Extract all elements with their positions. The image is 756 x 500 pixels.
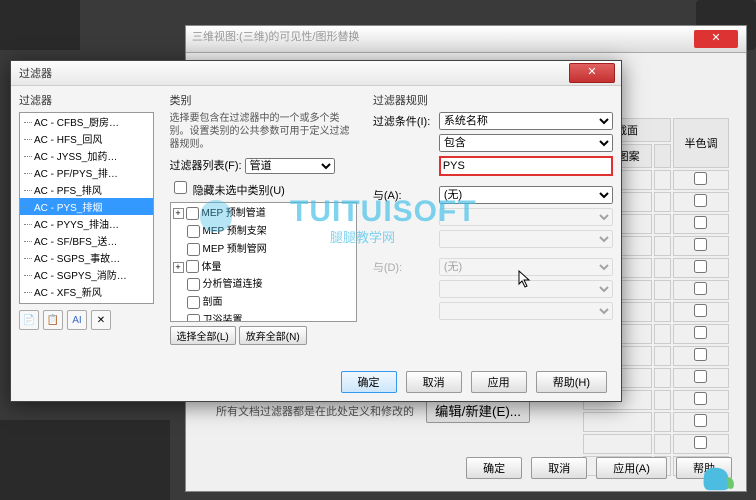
deselect-all-button[interactable]: 放弃全部(N)	[239, 326, 307, 345]
category-item[interactable]: 分析管道连接	[171, 274, 356, 292]
filter-item[interactable]: 卫生设备	[20, 300, 153, 304]
cond-op-select[interactable]: 包含	[439, 134, 613, 152]
halftone-check[interactable]	[694, 436, 707, 449]
hide-unchecked-check[interactable]	[174, 181, 187, 194]
filter-item[interactable]: AC - CFBS_厨房…	[20, 113, 153, 130]
bg-shape	[0, 0, 80, 50]
filters-info-text: 所有文档过滤器都是在此处定义和修改的	[216, 403, 414, 419]
halftone-check[interactable]	[694, 304, 707, 317]
filter-item[interactable]: AC - HFS_回风	[20, 130, 153, 147]
filter-item[interactable]: AC - PYYS_排油…	[20, 215, 153, 232]
filter-tree[interactable]: AC - CFBS_厨房… AC - HFS_回风 AC - JYSS_加药… …	[19, 112, 154, 304]
cond-label: 过滤条件(I):	[373, 113, 435, 129]
halftone-check[interactable]	[694, 392, 707, 405]
dialog-titlebar[interactable]: 过滤器 ✕	[11, 61, 621, 86]
halftone-check[interactable]	[694, 216, 707, 229]
col-blank	[654, 144, 671, 168]
category-item[interactable]: MEP 预制管网	[171, 239, 356, 257]
dialog-footer: 确定 取消 应用 帮助(H)	[335, 371, 607, 393]
hide-unchecked-label: 隐藏未选中类别(U)	[193, 185, 285, 197]
and-value-select[interactable]	[439, 230, 613, 248]
and-select[interactable]: (无)	[439, 186, 613, 204]
halftone-check[interactable]	[694, 414, 707, 427]
filter-list-row: 过滤器列表(F): 管道	[170, 157, 357, 174]
cond-value-input[interactable]	[439, 156, 613, 176]
bg-shape	[0, 420, 170, 500]
filter-list-select[interactable]: 管道	[245, 158, 335, 174]
close-icon[interactable]: ✕	[569, 63, 615, 83]
filter-item[interactable]: AC - JYSS_加药…	[20, 147, 153, 164]
halftone-check[interactable]	[694, 260, 707, 273]
rename-icon[interactable]: AI	[67, 310, 87, 330]
filter-item-selected[interactable]: AC - PYS_排烟	[20, 198, 153, 215]
category-item[interactable]: +体量	[171, 257, 356, 275]
brand-logo-icon	[698, 464, 736, 494]
halftone-check[interactable]	[694, 370, 707, 383]
help-button[interactable]: 帮助(H)	[536, 371, 607, 393]
and2-op-select[interactable]	[439, 280, 613, 298]
halftone-check[interactable]	[694, 348, 707, 361]
filter-toolbar: 📄 📋 AI ✕	[19, 310, 154, 330]
dialog-title: 过滤器	[11, 61, 621, 85]
halftone-check[interactable]	[694, 238, 707, 251]
halftone-check[interactable]	[694, 194, 707, 207]
col-halftone: 半色调	[673, 118, 729, 168]
filter-list-label: 过滤器列表(F):	[170, 160, 242, 172]
apply-button[interactable]: 应用(A)	[596, 457, 667, 479]
filter-item[interactable]: AC - SGPYS_消防…	[20, 266, 153, 283]
cancel-button[interactable]: 取消	[531, 457, 587, 479]
close-icon[interactable]: ✕	[694, 30, 738, 48]
and2-label: 与(D):	[373, 259, 435, 275]
rules-panel: 过滤器规则 过滤条件(I): 系统名称 包含 与(A): (无) 与(D): (	[365, 86, 621, 366]
rules-label: 过滤器规则	[373, 92, 613, 108]
category-item[interactable]: 卫浴装置	[171, 310, 356, 322]
filter-item[interactable]: AC - SF/BFS_送…	[20, 232, 153, 249]
cancel-button[interactable]: 取消	[406, 371, 462, 393]
back-button-row: 确定 取消 应用(A) 帮助	[460, 457, 732, 479]
duplicate-icon[interactable]: 📋	[43, 310, 63, 330]
apply-button[interactable]: 应用	[471, 371, 527, 393]
halftone-check[interactable]	[694, 326, 707, 339]
filters-label: 过滤器	[19, 92, 154, 108]
hide-unchecked-row: 隐藏未选中类别(U)	[170, 178, 357, 198]
and2-select[interactable]: (无)	[439, 258, 613, 276]
category-buttons: 选择全部(L) 放弃全部(N)	[170, 326, 357, 345]
categories-desc: 选择要包含在过滤器中的一个或多个类别。设置类别的公共参数可用于定义过滤器规则。	[170, 112, 357, 151]
category-item[interactable]: 剖面	[171, 292, 356, 310]
and2-value-select[interactable]	[439, 302, 613, 320]
cond-param-select[interactable]: 系统名称	[439, 112, 613, 130]
filter-item[interactable]: AC - PFS_排风	[20, 181, 153, 198]
category-item[interactable]: +MEP 预制管道	[171, 203, 356, 221]
and-op-select[interactable]	[439, 208, 613, 226]
halftone-check[interactable]	[694, 172, 707, 185]
ok-button[interactable]: 确定	[466, 457, 522, 479]
category-item[interactable]: MEP 预制支架	[171, 221, 356, 239]
filter-item[interactable]: AC - PF/PYS_排…	[20, 164, 153, 181]
filter-dialog: 过滤器 ✕ 过滤器 AC - CFBS_厨房… AC - HFS_回风 AC -…	[10, 60, 622, 402]
back-window-title: 三维视图:(三维)的可见性/图形替换	[186, 26, 746, 53]
delete-icon[interactable]: ✕	[91, 310, 111, 330]
filter-item[interactable]: AC - XFS_新风	[20, 283, 153, 300]
select-all-button[interactable]: 选择全部(L)	[170, 326, 236, 345]
and-label: 与(A):	[373, 187, 435, 203]
categories-label: 类别	[170, 92, 357, 108]
category-list[interactable]: +MEP 预制管道 MEP 预制支架 MEP 预制管网 +体量 分析管道连接 剖…	[170, 202, 357, 322]
new-filter-icon[interactable]: 📄	[19, 310, 39, 330]
categories-panel: 类别 选择要包含在过滤器中的一个或多个类别。设置类别的公共参数可用于定义过滤器规…	[162, 86, 365, 366]
halftone-check[interactable]	[694, 282, 707, 295]
filters-panel: 过滤器 AC - CFBS_厨房… AC - HFS_回风 AC - JYSS_…	[11, 86, 162, 366]
filter-item[interactable]: AC - SGPS_事故…	[20, 249, 153, 266]
ok-button[interactable]: 确定	[341, 371, 397, 393]
